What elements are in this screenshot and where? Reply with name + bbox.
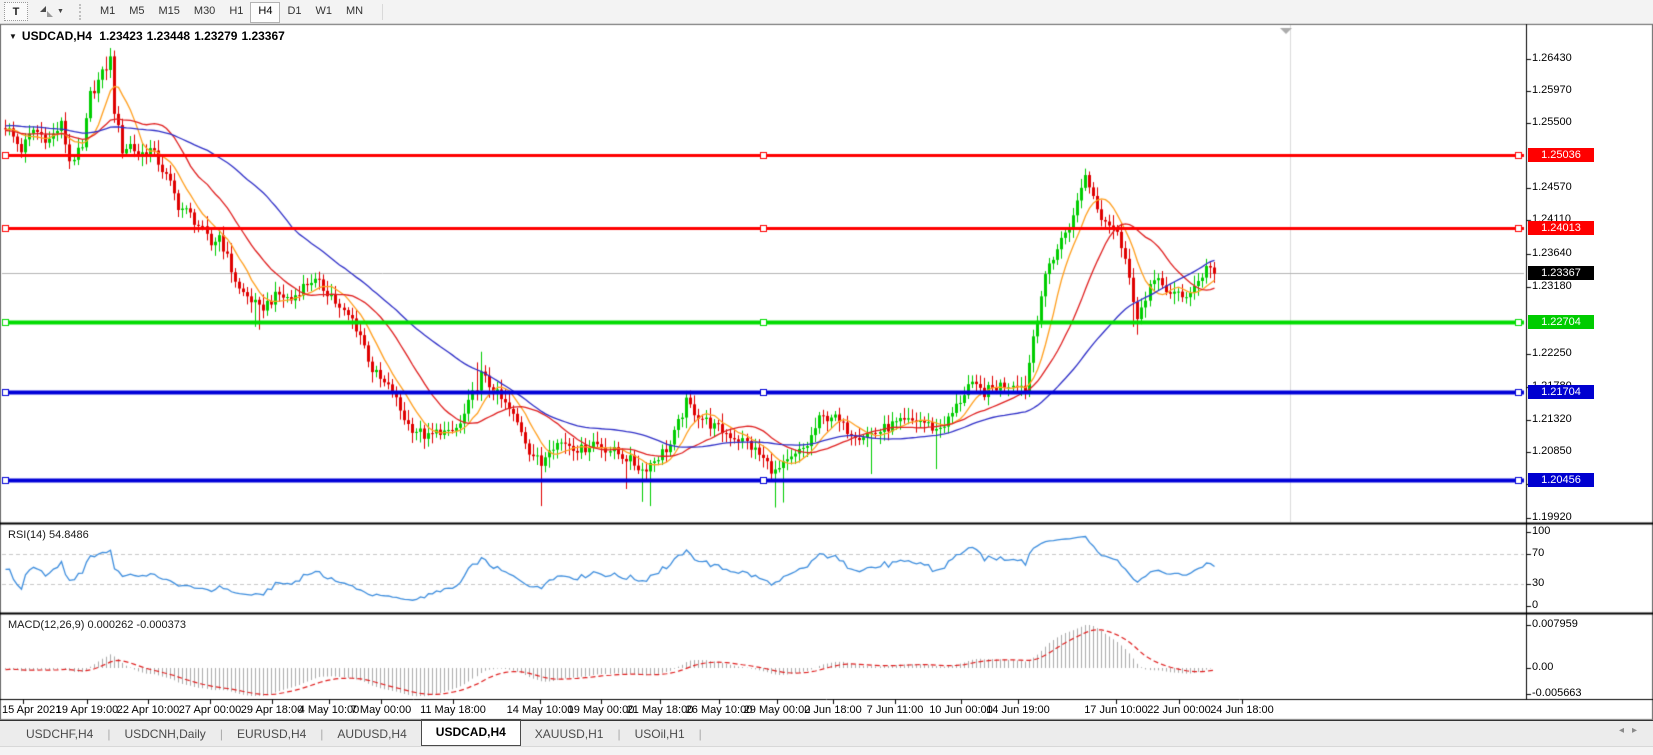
time-axis-label: 7 May 00:00 bbox=[351, 704, 412, 716]
tab-scroll-left-icon[interactable]: ◂ bbox=[1619, 725, 1632, 736]
indicator-axis-label: 70 bbox=[1532, 547, 1544, 559]
price-axis-label: 1.26430 bbox=[1532, 52, 1572, 64]
timeframe-button-group: M1M5M15M30H1H4D1W1MN bbox=[93, 1, 370, 23]
timeframe-button-m1[interactable]: M1 bbox=[93, 2, 122, 21]
price-level-badge: 1.25036 bbox=[1528, 148, 1594, 162]
tab-usoil-h1[interactable]: USOil,H1 bbox=[621, 722, 699, 746]
indicator-axis-label: 30 bbox=[1532, 577, 1544, 589]
chart-tab-bar: USDCHF,H4|USDCNH,Daily|EURUSD,H4|AUDUSD,… bbox=[0, 720, 1653, 746]
price-axis-label: 1.19920 bbox=[1532, 511, 1572, 523]
price-axis-label: 1.24570 bbox=[1532, 181, 1572, 193]
time-axis-label: 2 Jun 18:00 bbox=[804, 704, 862, 716]
time-axis-label: 7 Jun 11:00 bbox=[867, 704, 924, 716]
toolbar-separator bbox=[382, 4, 383, 20]
tab-audusd-h4[interactable]: AUDUSD,H4 bbox=[323, 722, 420, 746]
price-axis-label: 1.22250 bbox=[1532, 347, 1572, 359]
time-axis-label: 19 Apr 19:00 bbox=[56, 704, 118, 716]
time-axis-label: 27 Apr 00:00 bbox=[179, 704, 241, 716]
price-axis-label: 1.25500 bbox=[1532, 116, 1572, 128]
time-axis-label: 14 May 10:00 bbox=[507, 704, 574, 716]
time-axis-label: 29 May 00:00 bbox=[744, 704, 811, 716]
price-level-badge: 1.21704 bbox=[1528, 385, 1594, 399]
time-axis-label: 29 Apr 18:00 bbox=[241, 704, 303, 716]
rsi-label: RSI(14) 54.8486 bbox=[8, 529, 89, 541]
timeframe-button-w1[interactable]: W1 bbox=[309, 2, 340, 21]
text-tool-button[interactable]: T bbox=[4, 2, 28, 21]
timeframe-button-h1[interactable]: H1 bbox=[222, 2, 250, 21]
timeframe-button-m15[interactable]: M15 bbox=[152, 2, 187, 21]
quote-open: 1.23423 bbox=[99, 29, 142, 43]
tab-usdcnh-daily[interactable]: USDCNH,Daily bbox=[110, 722, 219, 746]
chart-canvas[interactable] bbox=[0, 0, 1653, 755]
indicator-axis-label: 0.007959 bbox=[1532, 618, 1578, 630]
toolbar-grip bbox=[79, 4, 85, 20]
price-axis-label: 1.23180 bbox=[1532, 280, 1572, 292]
macd-label: MACD(12,26,9) 0.000262 -0.000373 bbox=[8, 619, 186, 631]
dropdown-caret-icon: ▼ bbox=[57, 8, 64, 15]
time-axis-label: 22 Apr 10:00 bbox=[117, 704, 179, 716]
quote-close: 1.23367 bbox=[241, 29, 284, 43]
price-level-badge: 1.22704 bbox=[1528, 315, 1594, 329]
arrows-tool-button[interactable]: ▼ bbox=[34, 2, 69, 21]
timeframe-button-m30[interactable]: M30 bbox=[187, 2, 222, 21]
price-axis-label: 1.21320 bbox=[1532, 413, 1572, 425]
chart-title: ▼ USDCAD,H4 1.23423 1.23448 1.23279 1.23367 bbox=[9, 29, 289, 43]
indicator-axis-label: 0 bbox=[1532, 599, 1538, 611]
price-level-badge: 1.23367 bbox=[1528, 266, 1594, 280]
timeframe-button-m5[interactable]: M5 bbox=[122, 2, 151, 21]
price-axis-label: 1.20850 bbox=[1532, 445, 1572, 457]
mt4-terminal: T ▼ M1M5M15M30H1H4D1W1MN ▼ USDCAD,H4 1.23… bbox=[0, 0, 1653, 755]
time-axis-label: 15 Apr 2021 bbox=[2, 704, 61, 716]
chart-tabs: USDCHF,H4|USDCNH,Daily|EURUSD,H4|AUDUSD,… bbox=[12, 722, 702, 746]
time-axis-label: 24 Jun 18:00 bbox=[1210, 704, 1274, 716]
time-axis-label: 11 May 18:00 bbox=[420, 704, 486, 716]
indicator-axis-label: -0.005663 bbox=[1532, 687, 1582, 699]
quote-high: 1.23448 bbox=[147, 29, 190, 43]
timeframe-button-mn[interactable]: MN bbox=[339, 2, 370, 21]
tab-usdchf-h4[interactable]: USDCHF,H4 bbox=[12, 722, 107, 746]
time-axis-label: 10 Jun 00:00 bbox=[929, 704, 993, 716]
price-axis-label: 1.23640 bbox=[1532, 247, 1572, 259]
time-axis-label: 14 Jun 19:00 bbox=[986, 704, 1050, 716]
indicator-axis-label: 0.00 bbox=[1532, 661, 1553, 673]
quote-low: 1.23279 bbox=[194, 29, 237, 43]
tab-separator: | bbox=[699, 727, 702, 741]
timeframe-button-d1[interactable]: D1 bbox=[280, 2, 308, 21]
time-axis-label: 22 Jun 00:00 bbox=[1147, 704, 1211, 716]
arrows-icon bbox=[39, 5, 54, 18]
tab-usdcad-h4[interactable]: USDCAD,H4 bbox=[421, 719, 521, 746]
price-level-badge: 1.24013 bbox=[1528, 221, 1594, 235]
chart-symbol: USDCAD,H4 bbox=[22, 29, 92, 43]
timeframe-button-h4[interactable]: H4 bbox=[250, 2, 280, 23]
status-bar bbox=[0, 746, 1653, 755]
tab-scroll-right-icon[interactable]: ▸ bbox=[1632, 725, 1645, 736]
indicator-axis-label: 100 bbox=[1532, 525, 1550, 537]
price-level-badge: 1.20456 bbox=[1528, 473, 1594, 487]
top-toolbar: T ▼ M1M5M15M30H1H4D1W1MN bbox=[0, 0, 1653, 24]
tab-scroll-controls: ◂▸ bbox=[1619, 725, 1645, 736]
price-axis-label: 1.25970 bbox=[1532, 84, 1572, 96]
time-axis-label: 26 May 10:00 bbox=[686, 704, 753, 716]
tab-xauusd-h1[interactable]: XAUUSD,H1 bbox=[521, 722, 618, 746]
time-axis-label: 17 Jun 10:00 bbox=[1084, 704, 1148, 716]
time-axis-label: 21 May 18:00 bbox=[627, 704, 694, 716]
symbol-dropdown-icon[interactable]: ▼ bbox=[9, 32, 17, 41]
tab-eurusd-h4[interactable]: EURUSD,H4 bbox=[223, 722, 320, 746]
time-axis-label: 19 May 00:00 bbox=[568, 704, 635, 716]
